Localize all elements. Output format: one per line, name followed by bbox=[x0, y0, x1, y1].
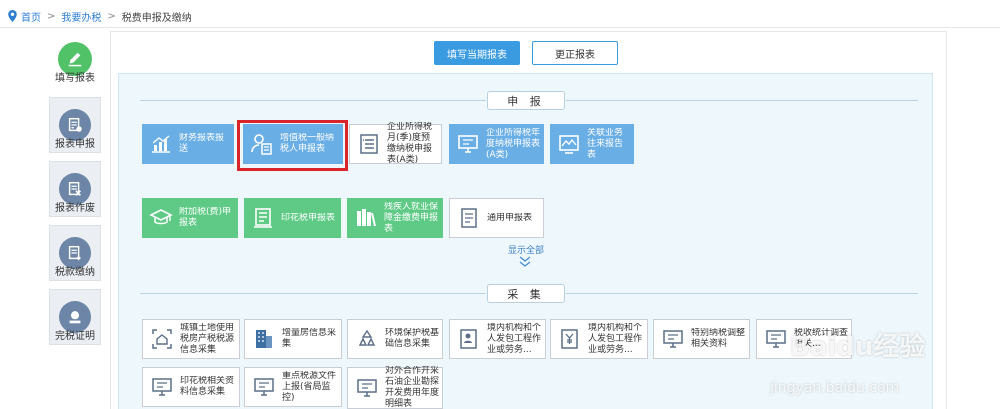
line-chart-icon bbox=[556, 131, 582, 157]
tile-key-tax-source[interactable]: 重点税源文件上报(省局监控) bbox=[244, 367, 342, 407]
tile-surtax[interactable]: 附加税(费)申报表 bbox=[142, 198, 238, 238]
tile-incremental-housing[interactable]: 增量房信息采集 bbox=[244, 319, 342, 359]
graduation-cap-icon bbox=[148, 205, 174, 231]
section-divider bbox=[566, 293, 918, 294]
tile-related-party[interactable]: 关联业务往来报告表 bbox=[550, 124, 634, 164]
tile-stamp-tax-info[interactable]: 印花税相关资料信息采集 bbox=[142, 367, 240, 407]
tile-stamp-tax[interactable]: 印花税申报表 bbox=[244, 198, 341, 238]
document-icon bbox=[456, 205, 482, 231]
nav-label: 完税证明 bbox=[55, 331, 95, 342]
watermark-brand: Baidu经验 bbox=[790, 332, 926, 362]
tile-label: 印花税相关资料信息采集 bbox=[180, 376, 235, 397]
monitor-icon bbox=[149, 374, 175, 400]
tile-label: 附加税(费)申报表 bbox=[179, 207, 232, 228]
tile-label: 通用申报表 bbox=[487, 212, 533, 223]
section-title-declare: 申 报 bbox=[487, 91, 565, 110]
tile-label: 环境保护税基础信息采集 bbox=[385, 328, 440, 349]
tile-label: 城镇土地使用税房产税税源信息采集 bbox=[180, 322, 235, 355]
books-icon bbox=[353, 205, 379, 231]
tile-label: 对外合作开采石油企业勘探开发费用年度明细表 bbox=[385, 366, 440, 409]
breadcrumb: 首页 > 我要办税 > 税费申报及缴纳 bbox=[8, 7, 192, 25]
list-doc-icon bbox=[356, 131, 382, 157]
section-divider bbox=[566, 100, 918, 101]
breadcrumb-separator: > bbox=[107, 10, 116, 22]
chevron-down-icon[interactable] bbox=[518, 254, 532, 268]
tile-domestic-contract-2[interactable]: 境内机构和个人发包工程作业或劳务... bbox=[550, 319, 648, 359]
monitor-icon bbox=[660, 326, 686, 352]
tile-disability-fund[interactable]: 残疾人就业保障金缴费申报表 bbox=[347, 198, 443, 238]
section-divider bbox=[140, 100, 486, 101]
breadcrumb-current: 税费申报及缴纳 bbox=[121, 12, 192, 24]
monitor-icon bbox=[251, 374, 277, 400]
watermark-url: jingyan.baidu.com bbox=[770, 380, 900, 396]
tile-offshore-oil[interactable]: 对外合作开采石油企业勘探开发费用年度明细表 bbox=[347, 366, 443, 409]
nav-label: 税款缴纳 bbox=[55, 267, 95, 278]
nav-tax-payment[interactable]: 税款缴纳 bbox=[44, 225, 106, 281]
monitor-icon bbox=[354, 375, 380, 401]
nav-label: 报表作废 bbox=[55, 203, 95, 214]
fill-current-report-button[interactable]: 填写当期报表 bbox=[434, 41, 520, 65]
recycle-icon bbox=[354, 326, 380, 352]
divider bbox=[0, 27, 1000, 28]
section-title-collect: 采 集 bbox=[487, 284, 565, 303]
tile-label: 企业所得税月(季)度预缴纳税申报表(A类) bbox=[387, 122, 433, 165]
tile-domestic-contract-1[interactable]: 境内机构和个人发包工程作业或劳务... bbox=[449, 319, 546, 359]
tile-general-return[interactable]: 通用申报表 bbox=[449, 198, 544, 238]
tile-cit-annual[interactable]: 企业所得税年度纳税申报表(A类) bbox=[449, 124, 544, 164]
nav-label: 填写报表 bbox=[55, 73, 95, 84]
tile-label: 境内机构和个人发包工程作业或劳务... bbox=[588, 322, 643, 355]
monitor-icon bbox=[763, 326, 789, 352]
nav-report-void[interactable]: 报表作废 bbox=[44, 161, 106, 217]
tile-label: 重点税源文件上报(省局监控) bbox=[282, 370, 337, 403]
breadcrumb-tax-link[interactable]: 我要办税 bbox=[61, 9, 101, 24]
scan-house-icon bbox=[149, 326, 175, 352]
location-pin-icon bbox=[8, 10, 17, 22]
yen-doc-icon bbox=[557, 326, 583, 352]
tile-financial-report[interactable]: 财务报表报送 bbox=[142, 124, 234, 164]
scroll-doc-icon bbox=[250, 205, 276, 231]
nav-label: 报表申报 bbox=[55, 139, 95, 150]
breadcrumb-home-link[interactable]: 首页 bbox=[21, 9, 41, 24]
tile-environment-tax[interactable]: 环境保护税基础信息采集 bbox=[347, 319, 443, 359]
bar-chart-icon bbox=[148, 131, 174, 157]
tile-label: 关联业务往来报告表 bbox=[587, 127, 624, 160]
nav-fill-report[interactable]: 填写报表 bbox=[44, 31, 106, 87]
person-card-icon bbox=[456, 326, 482, 352]
monitor-icon bbox=[455, 131, 481, 157]
tile-label: 印花税申报表 bbox=[281, 212, 336, 223]
nav-report-submit[interactable]: 报表申报 bbox=[44, 97, 106, 153]
highlight-box bbox=[237, 120, 348, 171]
tile-label: 企业所得税年度纳税申报表(A类) bbox=[486, 127, 541, 160]
tile-land-property-tax[interactable]: 城镇土地使用税房产税税源信息采集 bbox=[142, 319, 240, 359]
tile-label: 残疾人就业保障金缴费申报表 bbox=[384, 201, 439, 234]
tile-special-tax-adjust[interactable]: 特别纳税调整相关资料 bbox=[653, 319, 750, 359]
tile-label: 财务报表报送 bbox=[179, 133, 225, 154]
tile-cit-quarterly[interactable]: 企业所得税月(季)度预缴纳税申报表(A类) bbox=[349, 122, 442, 165]
tile-label: 特别纳税调整相关资料 bbox=[691, 328, 746, 349]
correct-report-button[interactable]: 更正报表 bbox=[532, 41, 618, 65]
tile-label: 增量房信息采集 bbox=[282, 328, 337, 349]
breadcrumb-separator: > bbox=[47, 10, 56, 22]
building-icon bbox=[251, 326, 277, 352]
section-divider bbox=[140, 293, 486, 294]
tile-label: 境内机构和个人发包工程作业或劳务... bbox=[487, 322, 542, 355]
nav-certificate[interactable]: 完税证明 bbox=[44, 289, 106, 345]
